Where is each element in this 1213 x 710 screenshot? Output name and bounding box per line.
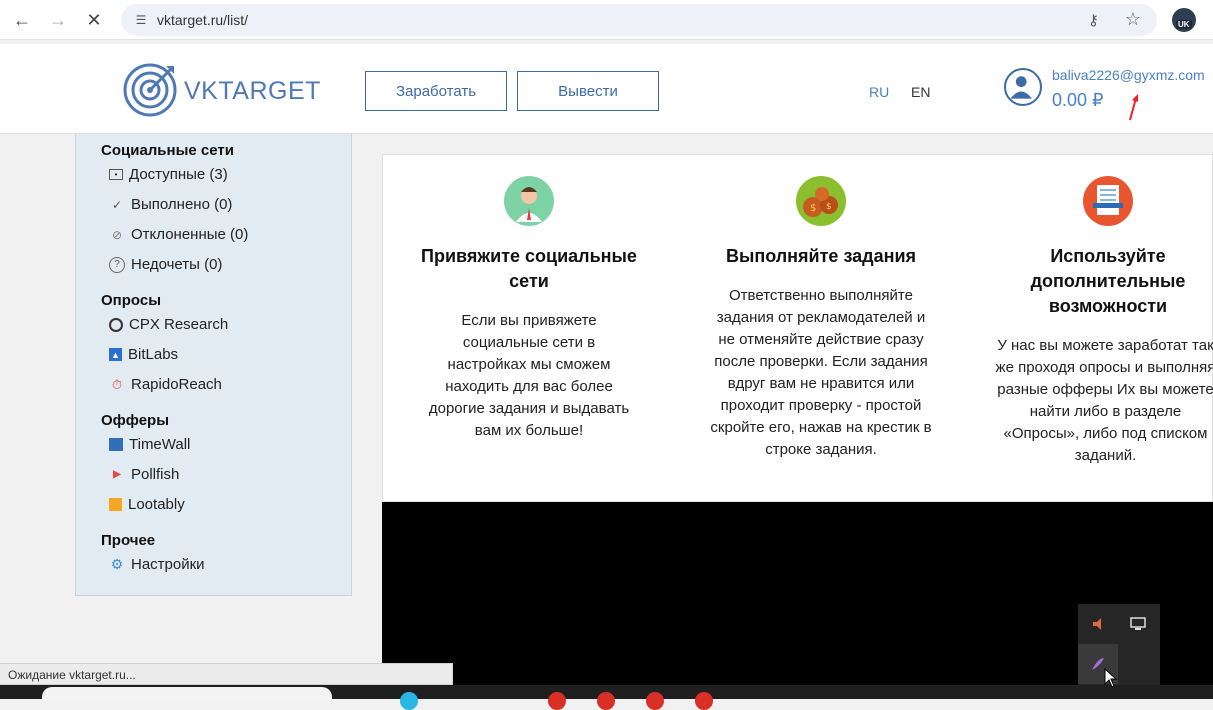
sidebar-item-lootably[interactable]: Lootably <box>109 496 185 513</box>
sidebar-item-bitlabs[interactable]: ▲ BitLabs <box>109 346 178 363</box>
key-icon[interactable]: ⚷ <box>1088 11 1099 29</box>
earn-button[interactable]: Заработать <box>365 71 507 111</box>
sidebar-item-label: CPX Research <box>129 316 229 333</box>
monitor-icon: • <box>109 169 123 180</box>
sidebar-item-timewall[interactable]: TimeWall <box>109 436 190 453</box>
site-header: VKTARGET Заработать Вывести RU EN baliva… <box>0 44 1213 134</box>
rapidoreach-icon: ⏱ <box>111 376 123 392</box>
offers-section-title: Офферы <box>101 412 170 429</box>
star-icon[interactable]: ☆ <box>1125 9 1141 30</box>
lang-en-link[interactable]: EN <box>911 84 930 100</box>
annotation-arrow-icon <box>1129 94 1138 121</box>
sidebar-item-label: TimeWall <box>129 436 191 453</box>
back-icon[interactable]: ← <box>10 8 34 32</box>
browser-toolbar: ← → ✕ ☰ vktarget.ru/list/ ⚷ ☆ UK <box>0 0 1213 40</box>
address-bar[interactable]: ☰ vktarget.ru/list/ ⚷ ☆ <box>121 4 1157 36</box>
sidebar-item-label: Выполнено (0) <box>131 196 233 213</box>
taskbar <box>0 685 1213 710</box>
sidebar-item-settings[interactable]: ⚙ Настройки <box>109 556 205 573</box>
cpx-icon <box>109 317 123 332</box>
taskbar-app-icon[interactable] <box>548 692 566 710</box>
mouse-cursor-icon <box>1104 668 1118 688</box>
sidebar-item-label: Настройки <box>131 556 205 573</box>
svg-text:$: $ <box>826 202 832 212</box>
user-icon <box>504 176 554 226</box>
user-email[interactable]: baliva2226@gyxmz.com <box>1052 67 1205 83</box>
site-info-icon[interactable]: ☰ <box>133 12 149 28</box>
lang-ru-link[interactable]: RU <box>869 84 889 100</box>
extension-badge: UK <box>1176 20 1192 29</box>
user-icon <box>1010 76 1032 99</box>
pollfish-icon: ▶ <box>113 469 121 480</box>
url-text[interactable]: vktarget.ru/list/ <box>157 12 248 28</box>
sidebar-item-label: Lootably <box>128 496 185 513</box>
social-section-title: Социальные сети <box>101 142 234 159</box>
taskbar-app-icon[interactable] <box>400 692 418 710</box>
sidebar-item-cpx[interactable]: CPX Research <box>109 316 228 333</box>
feature-title: Привяжите социальные сети <box>421 246 637 291</box>
ban-icon: ⊘ <box>111 227 123 242</box>
feature-text: У нас вы можете заработат так же проходя… <box>995 337 1213 464</box>
features-card: Привяжите социальные сети Если вы привяж… <box>382 154 1213 502</box>
question-icon: ? <box>109 256 125 273</box>
gear-icon: ⚙ <box>110 556 124 572</box>
svg-text:$: $ <box>810 203 816 214</box>
sidebar-item-pollfish[interactable]: ▶ Pollfish <box>109 466 179 483</box>
sidebar: Социальные сети • Доступные (3) ✓ Выполн… <box>75 134 352 596</box>
surveys-section-title: Опросы <box>101 292 162 309</box>
feature-tasks: $ $ Выполняйте задания Ответственно выпо… <box>701 155 941 461</box>
tray-popup <box>1078 604 1160 686</box>
taskbar-app-icon[interactable] <box>695 692 713 710</box>
sidebar-item-label: BitLabs <box>128 346 179 363</box>
sidebar-item-label: Доступные (3) <box>129 166 228 183</box>
withdraw-button[interactable]: Вывести <box>517 71 659 111</box>
feature-title: Выполняйте задания <box>725 246 917 266</box>
sidebar-item-label: Недочеты (0) <box>131 256 223 273</box>
sidebar-item-rapidoreach[interactable]: ⏱ RapidoReach <box>109 376 222 393</box>
sidebar-item-label: Отклоненные (0) <box>131 226 249 243</box>
sidebar-item-done[interactable]: ✓ Выполнено (0) <box>109 196 232 213</box>
sidebar-item-rejected[interactable]: ⊘ Отклоненные (0) <box>109 226 248 243</box>
extension-icon[interactable]: UK <box>1172 8 1196 32</box>
sidebar-item-label: RapidoReach <box>131 376 222 393</box>
other-section-title: Прочее <box>101 532 156 549</box>
sidebar-item-label: Pollfish <box>131 466 180 483</box>
timewall-icon <box>109 438 123 451</box>
target-logo-icon[interactable] <box>122 62 178 118</box>
feature-title: Используйте дополнительные возможности <box>1030 246 1186 316</box>
balance[interactable]: 0.00 ₽ <box>1052 90 1104 111</box>
feature-text: Ответственно выполняйте задания от рекла… <box>710 287 932 458</box>
stop-loading-icon[interactable]: ✕ <box>82 8 106 32</box>
avatar[interactable] <box>1004 68 1042 106</box>
taskbar-app-icon[interactable] <box>597 692 615 710</box>
speaker-icon[interactable] <box>1078 604 1118 644</box>
money-bags-icon: $ $ <box>796 176 846 226</box>
flask-icon: ▲ <box>109 348 122 361</box>
taskbar-app-icon[interactable] <box>646 692 664 710</box>
status-bar: Ожидание vktarget.ru... <box>0 663 453 685</box>
feature-social: Привяжите социальные сети Если вы привяж… <box>409 155 649 442</box>
document-icon <box>1083 176 1133 226</box>
forward-icon[interactable]: → <box>46 8 70 32</box>
sidebar-item-available[interactable]: • Доступные (3) <box>109 166 228 183</box>
check-icon: ✓ <box>111 197 123 212</box>
feature-text: Если вы привяжете социальные сети в наст… <box>428 312 630 439</box>
feature-extra: Используйте дополнительные возможности У… <box>993 155 1213 467</box>
sidebar-item-flaws[interactable]: ? Недочеты (0) <box>109 256 222 273</box>
logo-text[interactable]: VKTARGET <box>184 77 321 106</box>
lootably-icon <box>109 498 122 511</box>
network-icon[interactable] <box>1118 604 1158 644</box>
